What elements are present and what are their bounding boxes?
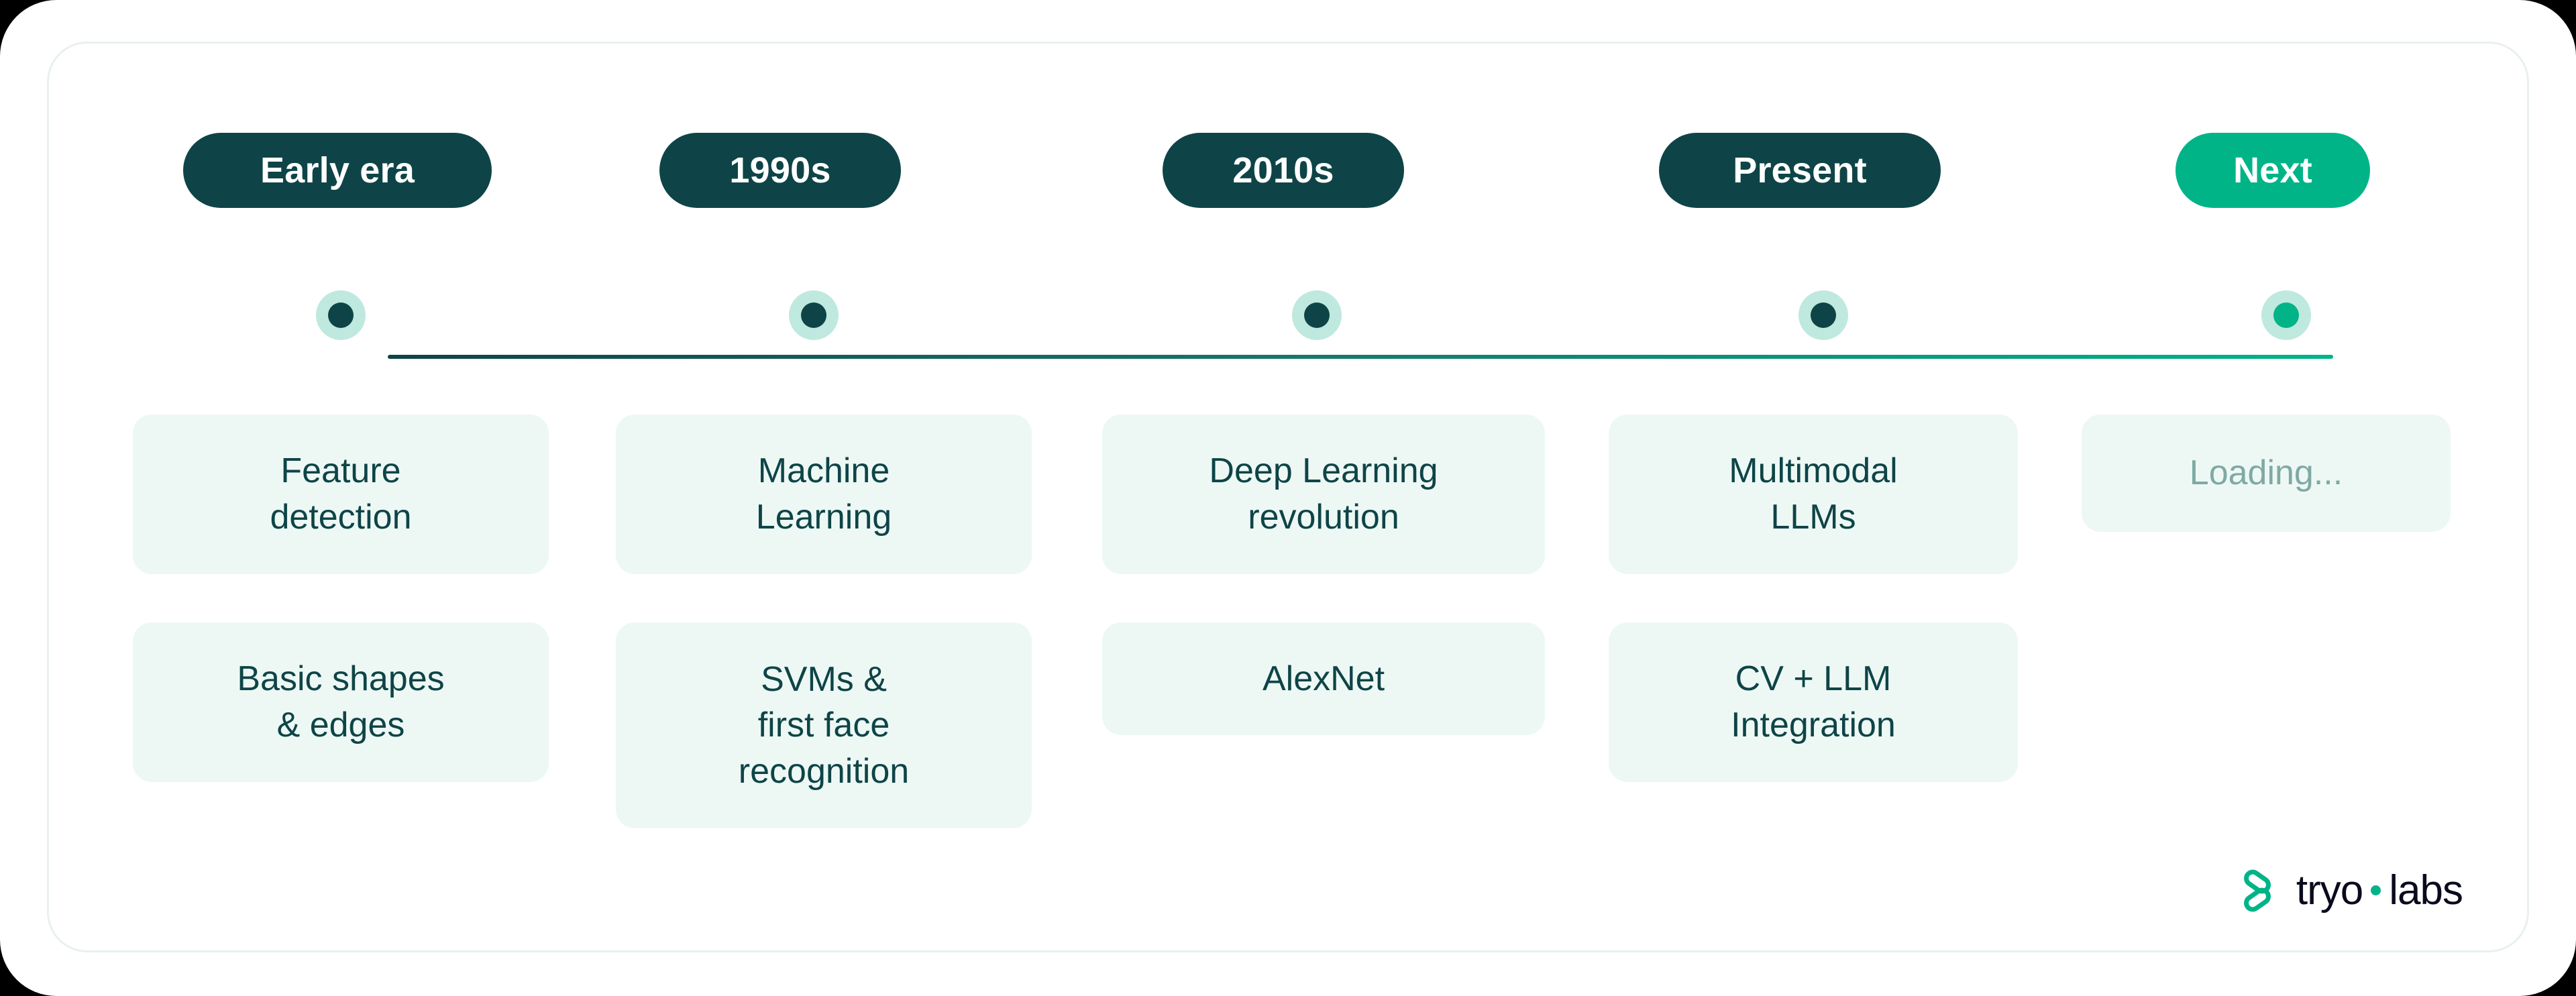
timeline-node-present[interactable] [1799,290,1848,340]
timeline-node-dot [328,302,354,328]
card-line: CV + LLM [1735,659,1892,699]
card-line: Basic shapes [237,659,445,699]
era-pill-label: 2010s [1232,150,1334,190]
timeline-card-early-era-primary[interactable]: Feature detection [133,414,549,574]
era-pill-1990s[interactable]: 1990s [659,133,901,208]
card-line: Machine [757,451,890,491]
timeline-node-dot [801,302,826,328]
card-line: AlexNet [1262,659,1385,698]
timeline-node-next[interactable] [2261,290,2311,340]
timeline-node-2010s[interactable] [1292,290,1342,340]
tryolabs-mark-icon [2243,869,2271,911]
brand-logo: tryo labs [2241,867,2463,914]
timeline-panel: Early era 1990s 2010s Present Next Featu… [47,42,2529,952]
timeline-axis-line [388,355,2333,359]
era-pill-present[interactable]: Present [1659,133,1941,208]
brand-dot-icon [2371,885,2381,895]
brand-name-primary: tryo [2296,867,2363,914]
timeline-card-early-era-secondary[interactable]: Basic shapes & edges [133,622,549,782]
card-line: LLMs [1770,498,1856,537]
card-line: Learning [755,498,892,537]
era-pill-next[interactable]: Next [2176,133,2370,208]
timeline-node-dot [2273,302,2299,328]
era-pill-early-era[interactable]: Early era [183,133,492,208]
timeline-card-1990s-secondary[interactable]: SVMs & first face recognition [616,622,1032,828]
timeline-card-present-primary[interactable]: Multimodal LLMs [1609,414,2018,574]
timeline-card-next-loading: Loading... [2082,414,2451,532]
era-pill-label: 1990s [729,150,831,190]
card-line: first face [757,706,890,745]
card-line: detection [270,498,412,537]
card-line: recognition [738,751,910,791]
loading-label: Loading... [2189,453,2343,493]
screenshot-surface: Early era 1990s 2010s Present Next Featu… [0,0,2576,996]
era-pill-label: Early era [260,150,415,190]
timeline-node-dot [1304,302,1330,328]
timeline-node-dot [1811,302,1836,328]
era-pill-label: Present [1733,150,1867,190]
card-line: Deep Learning [1209,451,1438,491]
card-line: Feature [280,451,401,491]
card-line: & edges [276,706,405,744]
brand-name-secondary: labs [2389,867,2463,914]
timeline-node-early-era[interactable] [316,290,366,340]
timeline-card-1990s-primary[interactable]: Machine Learning [616,414,1032,574]
era-pill-label: Next [2233,150,2312,190]
timeline-node-1990s[interactable] [789,290,839,340]
era-pill-2010s[interactable]: 2010s [1163,133,1404,208]
card-line: Integration [1731,706,1896,744]
timeline-card-present-secondary[interactable]: CV + LLM Integration [1609,622,2018,782]
timeline-card-2010s-primary[interactable]: Deep Learning revolution [1102,414,1545,574]
card-line: SVMs & [761,659,887,699]
timeline-card-2010s-secondary[interactable]: AlexNet [1102,622,1545,735]
brand-wordmark: tryo labs [2296,867,2463,914]
card-line: Multimodal [1729,451,1898,491]
card-line: revolution [1248,498,1399,537]
